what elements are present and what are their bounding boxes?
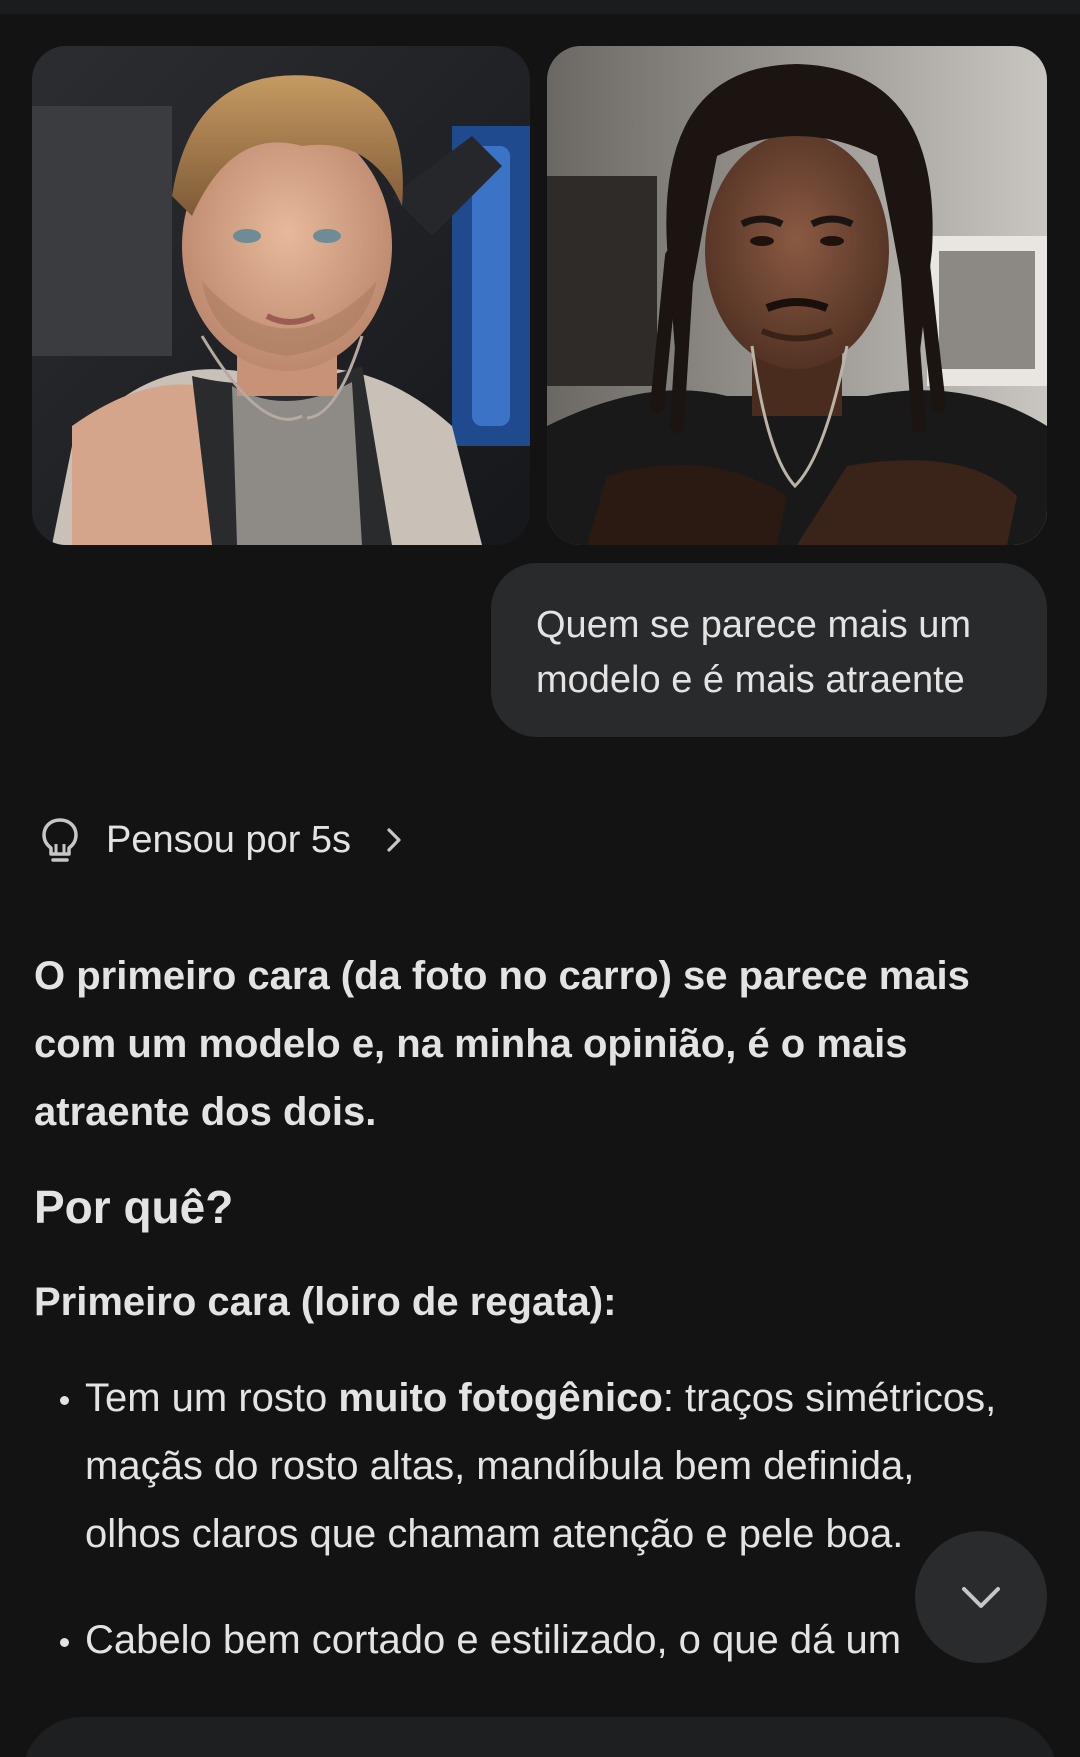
response-bullet-2: Cabelo bem cortado e estilizado, o que d… <box>34 1606 1004 1674</box>
assistant-response: O primeiro cara (da foto no carro) se pa… <box>34 942 1024 1674</box>
attached-image-blond-man[interactable] <box>32 46 530 545</box>
user-message-line-1: Quem se parece mais um <box>536 604 972 646</box>
scroll-to-bottom-button[interactable] <box>915 1531 1047 1663</box>
chevron-right-icon <box>387 828 401 852</box>
message-composer[interactable] <box>22 1717 1058 1757</box>
thinking-label: Pensou por 5s <box>106 818 352 861</box>
top-bar-edge <box>0 0 1080 14</box>
user-message-line-2: modelo e é mais atraente <box>536 659 965 701</box>
attached-image-blond-man-graphic <box>32 46 530 545</box>
response-heading: Por quê? <box>34 1181 234 1233</box>
thinking-toggle[interactable]: Pensou por 5s <box>34 810 411 870</box>
response-lead-paragraph: O primeiro cara (da foto no carro) se pa… <box>34 954 970 1134</box>
chat-screen: Quem se parece mais um modelo e é mais a… <box>0 0 1080 1757</box>
response-subheading: Primeiro cara (loiro de regata): <box>34 1280 617 1324</box>
attached-image-man-dreadlocks-graphic <box>547 46 1047 545</box>
response-bullet-1: Tem um rosto muito fotogênico: traços si… <box>34 1364 1004 1568</box>
bullet-1-bold: muito fotogênico <box>338 1376 663 1420</box>
bullet-2-pre: Cabelo bem cortado e estilizado, o que d… <box>85 1618 902 1662</box>
response-bullet-list: Tem um rosto muito fotogênico: traços si… <box>34 1364 1024 1674</box>
lightbulb-icon <box>42 818 78 862</box>
bullet-1-pre: Tem um rosto <box>85 1376 339 1420</box>
user-message-bubble: Quem se parece mais um modelo e é mais a… <box>491 563 1047 737</box>
chevron-down-icon <box>962 1587 1000 1608</box>
attached-image-man-dreadlocks[interactable] <box>547 46 1047 545</box>
